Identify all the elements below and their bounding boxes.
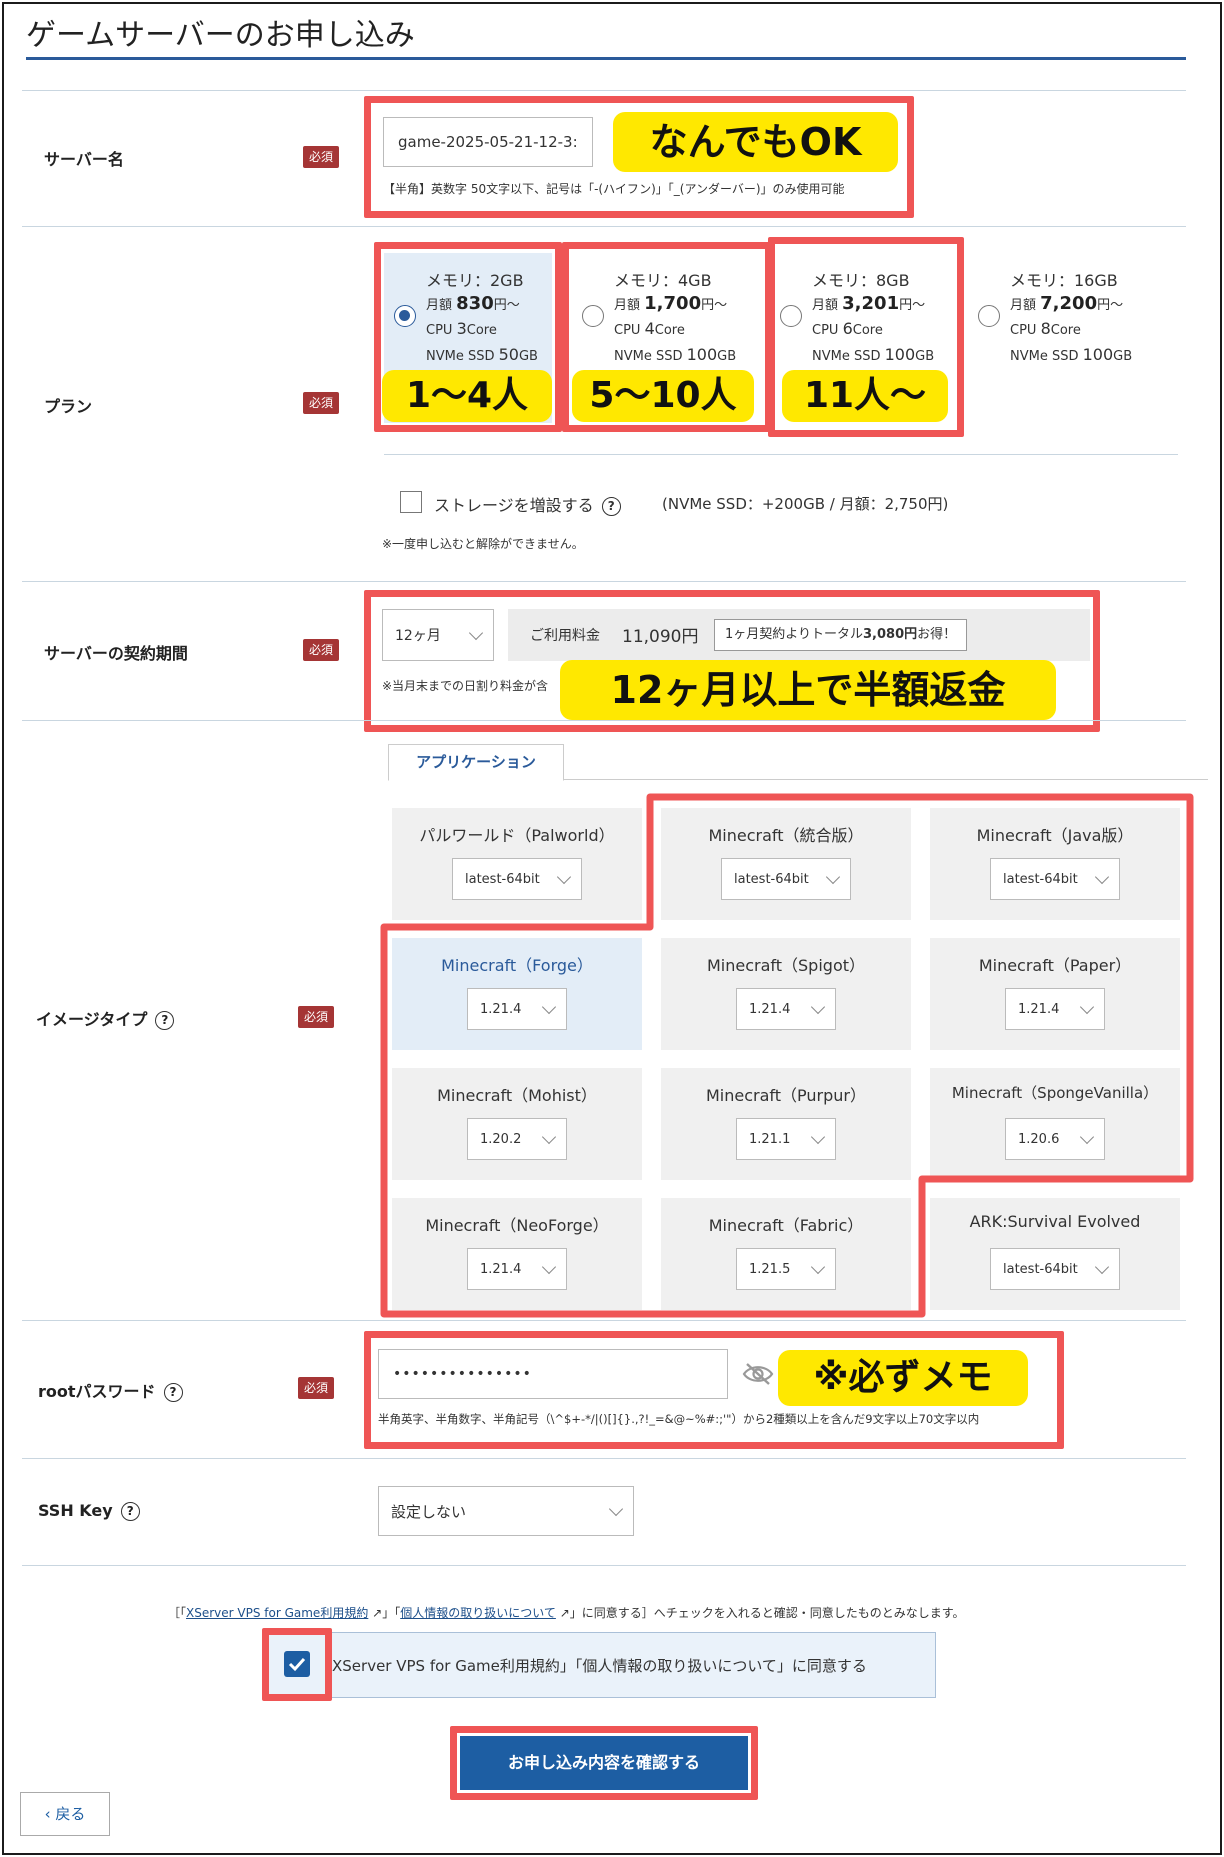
help-icon[interactable]: ?	[163, 1383, 183, 1402]
ssh-key-label: SSH Key?	[38, 1501, 140, 1521]
terms-link[interactable]: XServer VPS for Game利用規約	[186, 1606, 368, 1620]
agreement-label: XServer VPS for Game利用規約」「個人情報の取り扱いについて」…	[332, 1657, 867, 1675]
root-password-hint: 半角英字、半角数字、半角記号（\^$+-*/|()[]{}.,?!_=&@~%#…	[378, 1412, 980, 1426]
ssh-key-select[interactable]: 設定しない	[378, 1486, 634, 1536]
highlight-confirm-button	[450, 1726, 758, 1800]
required-badge: 必須	[298, 1377, 334, 1399]
help-icon[interactable]: ?	[120, 1502, 140, 1521]
callout-memo: ※必ずメモ	[778, 1350, 1028, 1406]
divider	[22, 1565, 1186, 1566]
divider	[22, 1320, 1186, 1321]
highlight-agreement-checkbox	[262, 1628, 332, 1701]
privacy-link[interactable]: 個人情報の取り扱いについて	[400, 1606, 556, 1620]
root-password-label: rootパスワード?	[38, 1378, 183, 1402]
divider	[22, 1458, 1186, 1459]
eye-off-icon[interactable]	[742, 1362, 774, 1386]
back-button[interactable]: ‹ 戻る	[20, 1792, 110, 1836]
highlight-minecraft-tiles	[380, 793, 1194, 1318]
chevron-down-icon	[608, 1501, 624, 1516]
external-link-icon: ↗	[555, 1606, 570, 1620]
root-password-input[interactable]: •••••••••••••••	[378, 1349, 728, 1399]
agreement-notice: ［「XServer VPS for Game利用規約 ↗」「個人情報の取り扱いに…	[168, 1606, 965, 1620]
external-link-icon: ↗	[368, 1606, 383, 1620]
